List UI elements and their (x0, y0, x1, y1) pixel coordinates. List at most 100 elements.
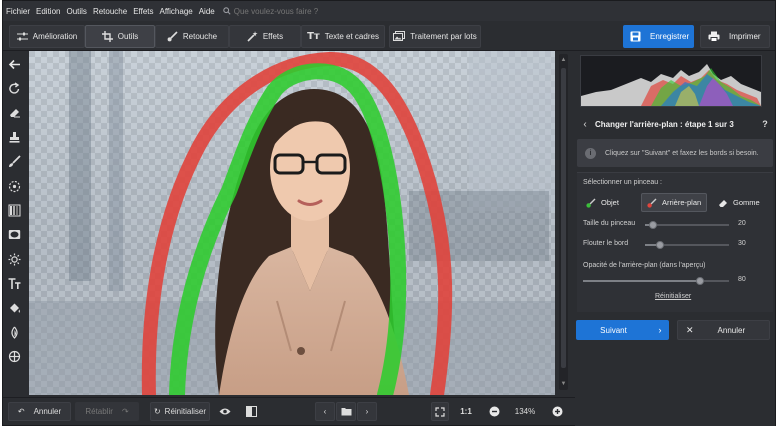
brush-eraser-label: Gomme (733, 198, 760, 207)
rotate-icon (8, 82, 19, 94)
open-folder-button[interactable] (336, 402, 356, 421)
bg-opacity-slider[interactable] (583, 277, 729, 285)
eraser-icon (719, 199, 727, 207)
scroll-down-icon[interactable]: ▼ (560, 381, 567, 387)
tab-texte-et-cadres[interactable]: Tт Texte et cadres (301, 25, 385, 48)
edge-blur-value: 30 (738, 240, 746, 247)
slider-knob[interactable] (656, 241, 665, 249)
brush-select-label: Sélectionner un pinceau : (583, 179, 662, 186)
tab-label: Outils (117, 32, 139, 41)
print-button[interactable]: Imprimer (700, 25, 770, 48)
object-brush-icon (586, 198, 596, 208)
chevron-left-icon[interactable]: ‹ (575, 119, 595, 130)
photo-image (29, 51, 555, 395)
next-image-button[interactable]: › (357, 402, 377, 421)
target-tool[interactable] (3, 345, 25, 369)
next-label: Suivant (600, 325, 627, 335)
menu-fichier[interactable]: Fichier (6, 7, 30, 16)
brush-tool[interactable] (3, 150, 25, 174)
preview-eye-button[interactable] (216, 402, 234, 421)
menu-outils[interactable]: Outils (66, 7, 86, 16)
next-button[interactable]: Suivant › (576, 320, 669, 340)
canvas-scrollbar[interactable]: ▲ ▼ (559, 54, 568, 390)
light-tool[interactable] (3, 247, 25, 271)
print-label: Imprimer (729, 32, 761, 41)
brush-settings: Sélectionner un pinceau : Objet Arrière-… (577, 172, 773, 312)
chevron-right-icon: › (365, 407, 369, 416)
tab-label: Traitement par lots (410, 32, 477, 41)
left-toolbar (3, 52, 25, 392)
scroll-up-icon[interactable]: ▲ (560, 57, 567, 63)
menu-affichage[interactable]: Affichage (160, 7, 193, 16)
vignette-tool[interactable] (3, 223, 25, 247)
help-icon[interactable]: ? (755, 119, 775, 129)
color-tool[interactable] (3, 320, 25, 344)
color-drop-icon (10, 326, 18, 339)
hint-box: i Cliquez sur "Suivant" et faxez les bor… (577, 139, 773, 167)
reset-button[interactable]: ↻ Réinitialiser (150, 402, 210, 421)
printer-icon (708, 31, 720, 42)
cancel-button[interactable]: ✕ Annuler (677, 320, 770, 340)
step-title: Changer l'arrière-plan : étape 1 sur 3 (595, 119, 734, 129)
info-icon: i (585, 147, 596, 159)
tab-amelioration[interactable]: Amélioration (9, 25, 85, 48)
eraser-tool[interactable] (3, 101, 25, 125)
brush-background-button[interactable]: Arrière-plan (641, 193, 707, 212)
close-icon: ✕ (686, 324, 694, 335)
tab-outils[interactable]: Outils (85, 25, 155, 48)
menu-retouche[interactable]: Retouche (93, 7, 127, 16)
redo-label: Rétablir (85, 407, 113, 416)
crop-icon (101, 31, 113, 42)
magic-wand-icon (247, 31, 258, 42)
floppy-disk-icon (630, 31, 641, 42)
tab-label: Texte et cadres (324, 32, 379, 41)
selection-tool[interactable] (3, 174, 25, 198)
redo-button[interactable]: Rétablir ↷ (75, 402, 139, 421)
bottom-toolbar: ↶ Annuler Rétablir ↷ ↻ Réinitialiser ‹ › (3, 397, 575, 425)
slider-knob[interactable] (649, 221, 658, 229)
photo-canvas[interactable] (29, 51, 555, 395)
tab-effets[interactable]: Effets (229, 25, 301, 48)
text-tool[interactable] (3, 272, 25, 296)
tab-traitement-par-lots[interactable]: Traitement par lots (389, 25, 481, 48)
save-button[interactable]: Enregistrer (623, 25, 694, 48)
fit-screen-button[interactable] (431, 402, 449, 421)
brush-size-slider[interactable] (645, 221, 729, 229)
back-arrow-button[interactable] (3, 52, 25, 76)
menu-aide[interactable]: Aide (199, 7, 215, 16)
search-box (223, 6, 344, 16)
edge-blur-slider[interactable] (645, 241, 729, 249)
compare-button[interactable] (242, 402, 260, 421)
right-panel: ‹ Changer l'arrière-plan : étape 1 sur 3… (575, 52, 775, 426)
scroll-thumb[interactable] (561, 68, 566, 368)
menu-edition[interactable]: Edition (36, 7, 60, 16)
rotate-tool[interactable] (3, 76, 25, 100)
histogram (580, 55, 762, 107)
zoom-actual-size[interactable]: 1:1 (455, 402, 477, 421)
plus-circle-icon (552, 406, 562, 417)
gradient-tool[interactable] (3, 198, 25, 222)
reset-link[interactable]: Réinitialiser (655, 293, 691, 300)
chevron-left-icon: ‹ (323, 407, 327, 416)
zoom-in-button[interactable] (549, 402, 565, 421)
fill-tool[interactable] (3, 296, 25, 320)
search-input[interactable] (233, 6, 344, 16)
text-tt-icon (8, 278, 20, 290)
brush-eraser-button[interactable]: Gomme (713, 193, 769, 212)
stamp-tool[interactable] (3, 125, 25, 149)
menu-effets[interactable]: Effets (133, 7, 153, 16)
image-stack-icon (393, 31, 406, 41)
undo-button[interactable]: ↶ Annuler (8, 402, 71, 421)
slider-knob[interactable] (695, 277, 704, 285)
brush-object-button[interactable]: Objet (581, 193, 635, 212)
zoom-out-button[interactable] (486, 402, 502, 421)
tab-retouche[interactable]: Retouche (155, 25, 229, 48)
tab-label: Retouche (182, 32, 218, 41)
prev-image-button[interactable]: ‹ (315, 402, 335, 421)
main-toolbar: Amélioration Outils Retouche Effets Tт T… (3, 21, 775, 51)
brush-size-label: Taille du pinceau (583, 220, 636, 227)
crosshair-icon (8, 351, 20, 363)
bg-opacity-label: Opacité de l'arrière-plan (dans l'aperçu… (583, 262, 706, 269)
reset-label: Réinitialiser (164, 407, 207, 416)
cancel-label: Annuler (717, 325, 746, 335)
